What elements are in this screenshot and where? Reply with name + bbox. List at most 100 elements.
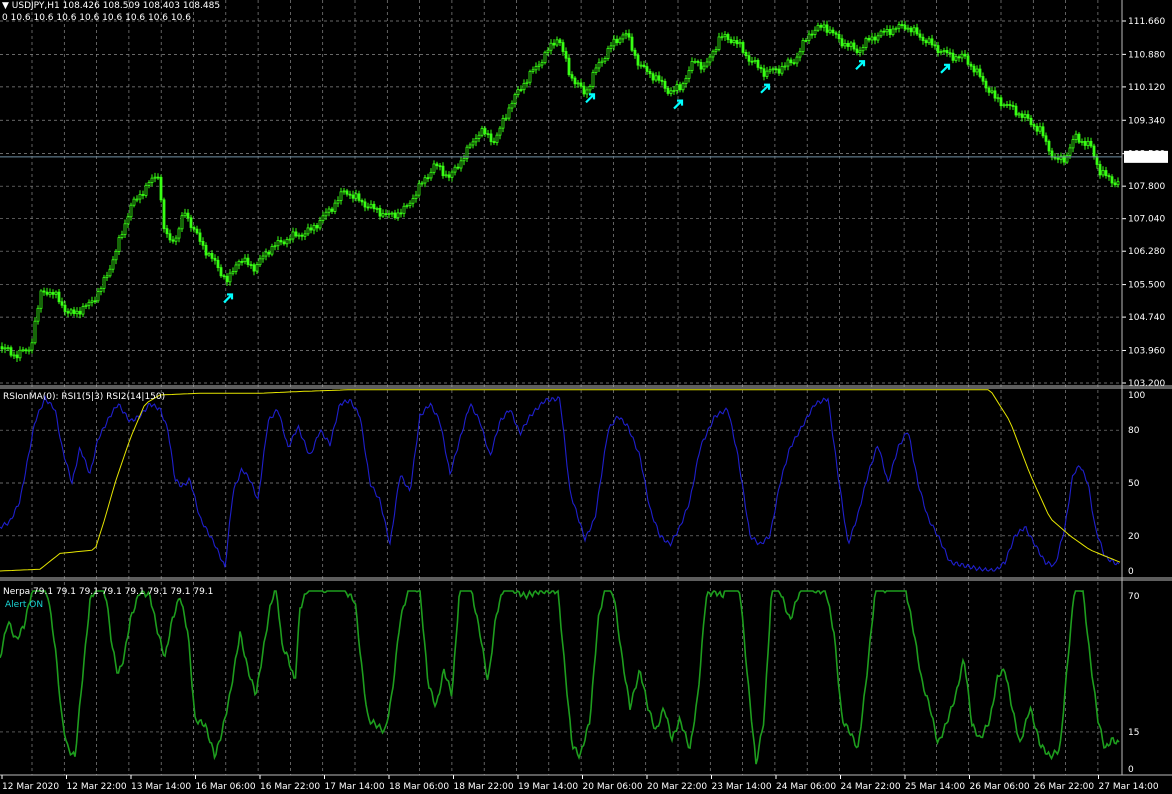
candle-body (309, 227, 313, 231)
candle-body (189, 217, 193, 228)
candle-body (1008, 104, 1012, 106)
candle-body (264, 251, 268, 257)
candle-body (0, 346, 4, 350)
collapse-triangle-icon[interactable]: ▼ (2, 1, 9, 11)
candle-body (999, 97, 1003, 107)
candle-body (210, 253, 214, 259)
candle-body (624, 33, 628, 36)
candle-body (828, 29, 832, 33)
candle-body (909, 27, 913, 33)
signal-arrow-icon (940, 63, 951, 74)
rsi2-line (0, 389, 1121, 572)
candle-body (594, 67, 598, 73)
candle-body (741, 42, 745, 53)
candle-body (852, 42, 856, 50)
candle-body (507, 107, 511, 119)
candle-body (504, 117, 508, 120)
candle-body (9, 347, 13, 356)
candle-body (783, 65, 787, 68)
candle-body (627, 33, 631, 38)
candle-body (897, 24, 901, 29)
candle-body (228, 272, 232, 283)
candle-body (1101, 170, 1105, 176)
candle-body (669, 90, 673, 94)
alert-status: Alert ON (5, 600, 44, 610)
candle-body (231, 271, 235, 274)
candle-body (45, 291, 49, 295)
candle-body (777, 68, 781, 74)
candle-body (162, 199, 166, 230)
candle-body (72, 309, 76, 315)
candle-body (1002, 104, 1006, 107)
candle-body (270, 246, 274, 255)
candle-body (798, 51, 802, 58)
candle-body (84, 304, 88, 307)
candle-body (1080, 140, 1084, 143)
candle-body (825, 24, 829, 33)
candle-body (93, 300, 97, 303)
candle-body (522, 83, 526, 91)
candle-body (744, 52, 748, 57)
candle-body (822, 24, 826, 28)
candle-body (870, 36, 874, 41)
candle-body (219, 267, 223, 277)
time-tick-label: 26 Mar 22:00 (1034, 782, 1094, 792)
candle-body (879, 30, 883, 37)
candle-body (342, 190, 346, 193)
candle-body (579, 82, 583, 87)
candle-body (126, 216, 130, 225)
trading-chart[interactable]: 111.660110.880110.120109.340108.560107.8… (0, 0, 1172, 794)
candle-body (324, 211, 328, 217)
candle-body (681, 83, 685, 91)
candle-body (24, 349, 28, 352)
price-tick-label: 110.120 (1128, 83, 1165, 93)
candle-body (186, 212, 190, 219)
candle-body (1086, 140, 1090, 146)
candle-body (816, 24, 820, 31)
candle-body (306, 227, 310, 235)
candle-body (972, 65, 976, 73)
candle-body (42, 290, 46, 293)
candle-body (543, 51, 547, 64)
signal-arrow-icon (223, 293, 234, 304)
candle-body (33, 320, 37, 344)
candle-body (18, 349, 22, 359)
candle-body (654, 75, 658, 81)
candle-body (396, 212, 400, 219)
candle-body (609, 45, 613, 49)
candle-body (150, 177, 154, 183)
candle-body (840, 38, 844, 47)
candle-body (936, 45, 940, 54)
candle-body (285, 239, 289, 245)
candle-body (561, 42, 565, 52)
candle-body (546, 49, 550, 53)
candle-body (147, 182, 151, 186)
candle-body (960, 53, 964, 59)
candle-body (612, 38, 616, 47)
rsi-panel-label: RSIonMA(0): RSI1(5|3) RSI2(14|150) (3, 392, 166, 402)
candle-body (426, 177, 430, 180)
candle-body (78, 310, 82, 315)
candle-body (600, 60, 604, 64)
candle-body (303, 233, 307, 237)
symbol-header-text: USDJPY,H1 108.426 108.509 108.403 108.48… (11, 1, 221, 11)
candle-body (201, 241, 205, 246)
candle-body (555, 39, 559, 46)
candle-body (180, 215, 184, 230)
candle-body (843, 43, 847, 47)
chart-axes: 111.660110.880110.120109.340108.560107.8… (0, 0, 1172, 792)
candle-body (348, 193, 352, 196)
candle-body (360, 200, 364, 203)
candle-body (873, 36, 877, 41)
candle-body (453, 166, 457, 173)
price-tick-label: 111.660 (1128, 17, 1165, 27)
candle-body (951, 52, 955, 61)
candle-body (912, 27, 916, 33)
candle-body (351, 194, 355, 199)
candle-body (540, 62, 544, 66)
candle-body (288, 238, 292, 241)
candle-body (945, 50, 949, 54)
candle-body (516, 89, 520, 96)
candle-body (693, 60, 697, 63)
candle-body (51, 292, 55, 295)
